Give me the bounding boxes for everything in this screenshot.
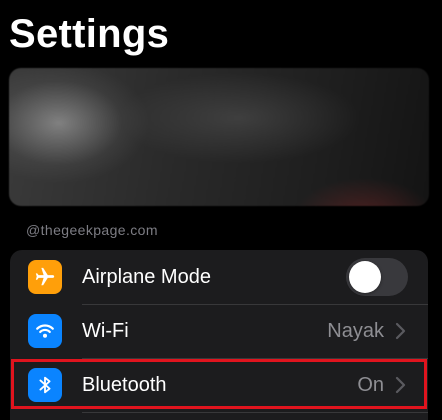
wifi-label: Wi-Fi [82, 319, 129, 342]
airplane-mode-label: Airplane Mode [82, 265, 211, 288]
settings-row-wifi[interactable]: Wi-Fi Nayak [10, 304, 428, 358]
bluetooth-status-value: On [357, 373, 384, 396]
airplane-icon [28, 260, 62, 294]
settings-group-connectivity: Airplane Mode Wi-Fi Nayak Bluetooth On [10, 250, 428, 420]
settings-row-bluetooth[interactable]: Bluetooth On [10, 358, 428, 412]
row-divider [82, 412, 428, 413]
chevron-right-icon [395, 322, 406, 340]
settings-row-airplane-mode[interactable]: Airplane Mode [10, 250, 428, 304]
bluetooth-label: Bluetooth [82, 373, 167, 396]
apple-id-profile-card[interactable] [9, 68, 429, 206]
chevron-right-icon [395, 376, 406, 394]
wifi-icon [28, 314, 62, 348]
wifi-network-value: Nayak [327, 319, 384, 342]
page-title: Settings [9, 12, 170, 56]
toggle-knob [349, 261, 381, 293]
watermark-text: @thegeekpage.com [26, 222, 158, 238]
airplane-mode-toggle[interactable] [346, 258, 408, 296]
bluetooth-icon [28, 368, 62, 402]
